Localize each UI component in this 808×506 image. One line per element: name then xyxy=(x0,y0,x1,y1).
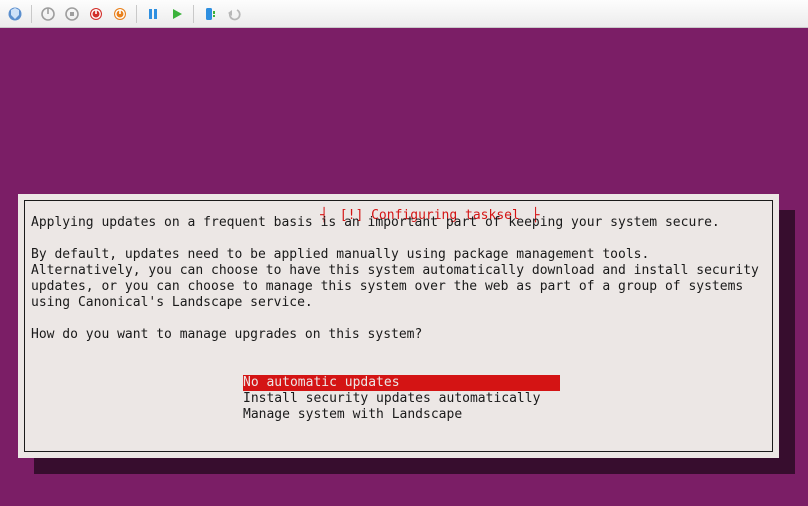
option-install-security-updates[interactable]: Install security updates automatically xyxy=(243,391,560,407)
dialog-body: Applying updates on a frequent basis is … xyxy=(31,215,766,343)
option-label: No automatic updates xyxy=(243,375,400,390)
vm-manager-icon[interactable] xyxy=(4,3,26,25)
power-off-icon[interactable] xyxy=(37,3,59,25)
dialog-frame: ┤ [!] Configuring tasksel ├ Applying upd… xyxy=(24,200,773,452)
toolbar-separator xyxy=(136,5,137,23)
usb-icon[interactable] xyxy=(199,3,221,25)
dialog-paragraph-1: Applying updates on a frequent basis is … xyxy=(31,215,720,230)
vm-toolbar xyxy=(0,0,808,28)
vm-display: ┤ [!] Configuring tasksel ├ Applying upd… xyxy=(0,28,808,506)
shutdown-red-icon[interactable] xyxy=(85,3,107,25)
tasksel-dialog: ┤ [!] Configuring tasksel ├ Applying upd… xyxy=(18,194,779,458)
play-icon[interactable] xyxy=(166,3,188,25)
option-manage-with-landscape[interactable]: Manage system with Landscape xyxy=(243,407,560,423)
power-hard-off-icon[interactable] xyxy=(61,3,83,25)
dialog-paragraph-2: By default, updates need to be applied m… xyxy=(31,247,767,310)
option-no-automatic-updates[interactable]: No automatic updates xyxy=(243,375,560,391)
toolbar-separator xyxy=(193,5,194,23)
option-padding xyxy=(400,375,557,390)
option-label: Install security updates automatically xyxy=(243,391,540,406)
dialog-question: How do you want to manage upgrades on th… xyxy=(31,327,422,342)
option-label: Manage system with Landscape xyxy=(243,407,462,422)
pause-icon[interactable] xyxy=(142,3,164,25)
upgrade-options: No automatic updates Install security up… xyxy=(243,375,560,423)
undo-icon[interactable] xyxy=(223,3,245,25)
toolbar-separator xyxy=(31,5,32,23)
shutdown-orange-icon[interactable] xyxy=(109,3,131,25)
